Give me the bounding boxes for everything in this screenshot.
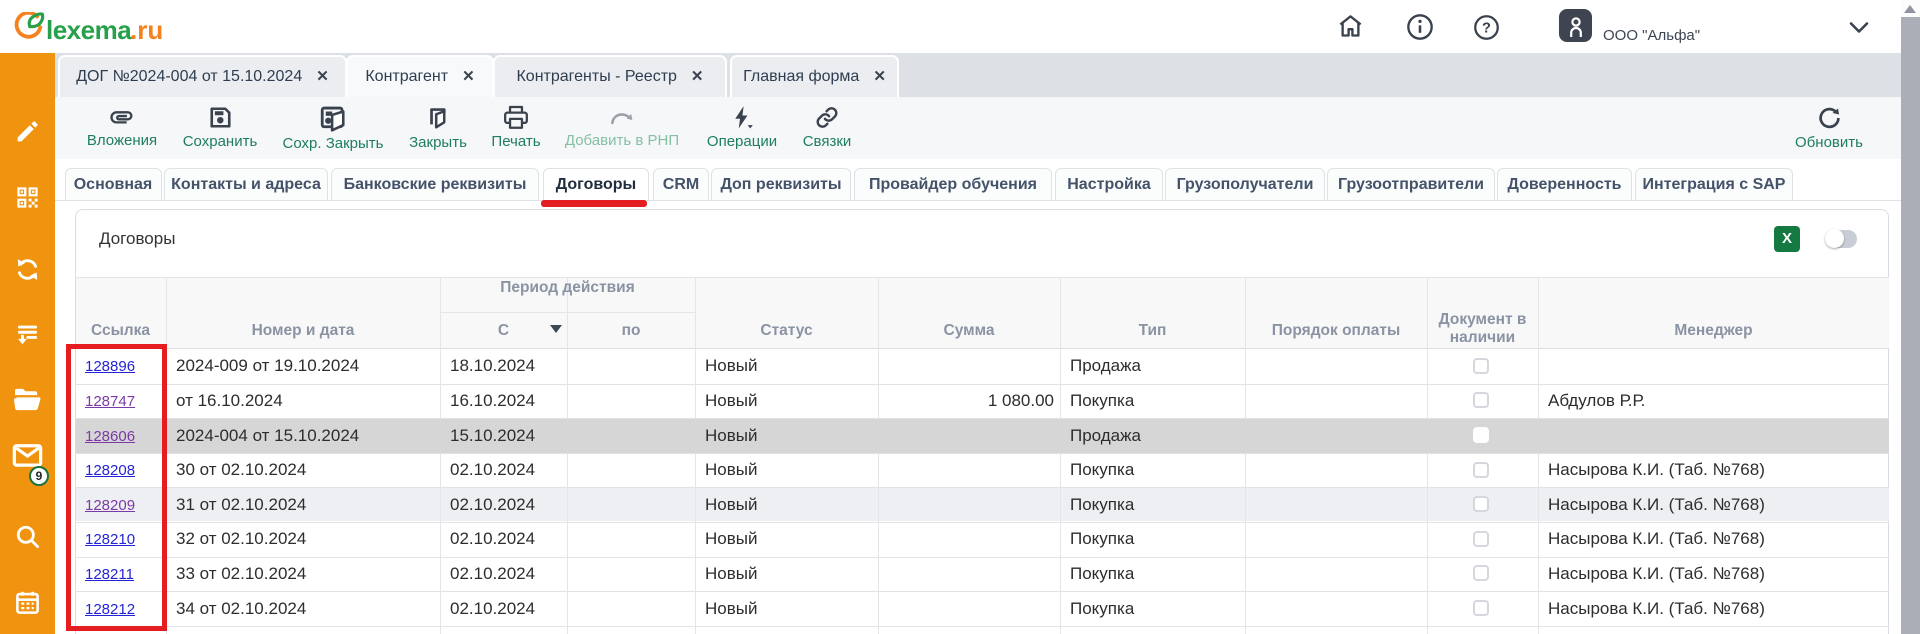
svg-text:?: ? bbox=[1482, 21, 1491, 37]
svg-text:.ru: .ru bbox=[130, 15, 163, 43]
svg-text:lexema: lexema bbox=[46, 15, 132, 43]
